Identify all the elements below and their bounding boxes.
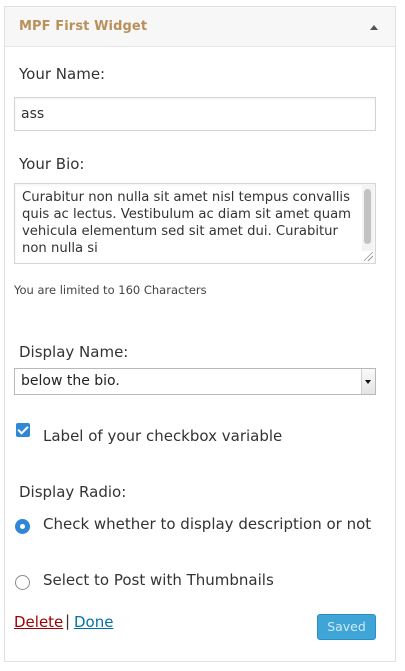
bio-scrollbar-thumb[interactable] xyxy=(364,189,371,244)
resize-grip-icon[interactable] xyxy=(364,252,373,261)
radio-post-thumbnails[interactable] xyxy=(15,575,30,590)
caret-up-icon[interactable] xyxy=(370,25,378,30)
radio-label-post-thumbnails[interactable]: Select to Post with Thumbnails xyxy=(43,571,274,589)
radio-label-display-description[interactable]: Check whether to display description or … xyxy=(43,515,371,533)
radio-dot-icon xyxy=(20,524,25,529)
name-input[interactable] xyxy=(14,97,376,131)
delete-link[interactable]: Delete xyxy=(14,613,63,631)
chevron-down-icon xyxy=(365,380,371,384)
radio-display-description[interactable] xyxy=(15,519,30,534)
display-name-select[interactable]: below the bio. xyxy=(14,368,376,395)
checkbox-variable[interactable] xyxy=(16,423,30,437)
display-name-selected-value: below the bio. xyxy=(21,373,120,389)
name-label: Your Name: xyxy=(19,65,106,83)
bio-textarea[interactable]: Curabitur non nulla sit amet nisl tempus… xyxy=(14,183,376,264)
checkbox-label[interactable]: Label of your checkbox variable xyxy=(43,427,282,445)
bio-label: Your Bio: xyxy=(19,155,85,173)
widget-title: MPF First Widget xyxy=(19,19,148,34)
done-link[interactable]: Done xyxy=(74,613,113,631)
bio-scrollbar-track[interactable] xyxy=(362,185,374,251)
bio-text: Curabitur non nulla sit amet nisl tempus… xyxy=(22,190,352,256)
display-radio-label: Display Radio: xyxy=(19,483,127,501)
select-dropdown-button[interactable] xyxy=(361,369,375,394)
display-name-label: Display Name: xyxy=(19,343,129,361)
saved-button[interactable]: Saved xyxy=(317,614,376,640)
checkmark-icon xyxy=(17,423,29,435)
bio-char-limit-hint: You are limited to 160 Characters xyxy=(14,283,207,297)
link-separator: | xyxy=(65,612,71,630)
widget-header[interactable]: MPF First Widget xyxy=(5,7,395,47)
